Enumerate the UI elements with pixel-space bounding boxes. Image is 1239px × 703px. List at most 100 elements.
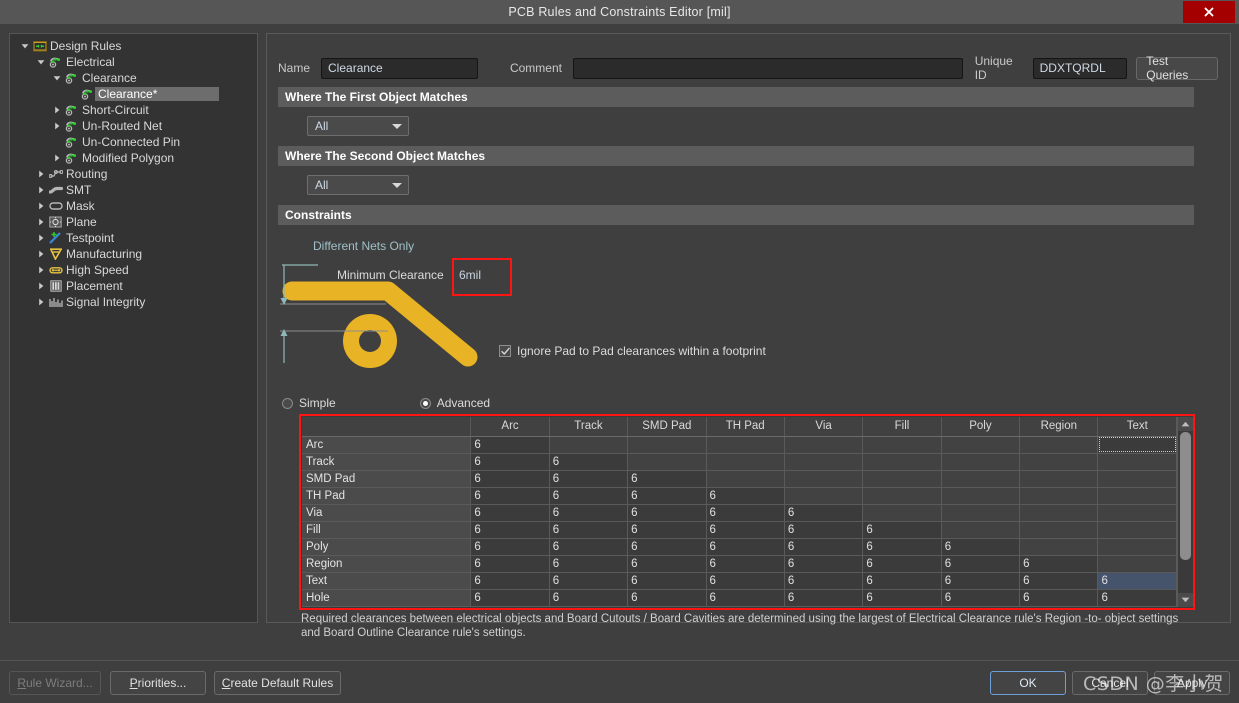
grid-cell[interactable] <box>706 436 785 454</box>
minimum-clearance-input[interactable]: 6mil <box>459 268 481 282</box>
grid-cell[interactable] <box>1019 436 1099 454</box>
grid-cell[interactable]: 6 <box>941 572 1021 590</box>
ignore-pad-to-pad-checkbox[interactable]: Ignore Pad to Pad clearances within a fo… <box>499 344 766 358</box>
grid-cell[interactable] <box>1019 453 1099 471</box>
priorities-button[interactable]: Priorities... <box>110 671 206 695</box>
scroll-down-button[interactable] <box>1178 593 1193 607</box>
rule-name-input[interactable]: Clearance <box>321 57 478 79</box>
second-object-scope-select[interactable]: All <box>307 175 409 195</box>
grid-cell[interactable] <box>1097 453 1177 471</box>
grid-cell[interactable] <box>941 453 1021 471</box>
unique-id-input[interactable]: DDXTQRDL <box>1032 57 1128 79</box>
tree-item-electrical[interactable]: Electrical <box>10 54 257 70</box>
grid-cell[interactable]: 6 <box>470 453 550 471</box>
chevron-right-icon[interactable] <box>34 234 47 242</box>
grid-cell[interactable] <box>862 487 942 505</box>
design-rules-tree-panel[interactable]: Design Rules Electrical Clearance Clearance… <box>9 33 258 623</box>
tree-item-design-rules[interactable]: Design Rules <box>10 38 257 54</box>
grid-cell[interactable]: 6 <box>784 589 864 607</box>
grid-cell[interactable]: 6 <box>627 521 707 539</box>
grid-cell[interactable]: 6 <box>627 487 707 505</box>
chevron-down-icon[interactable] <box>18 42 31 50</box>
grid-cell[interactable]: 6 <box>1019 589 1099 607</box>
grid-row-header[interactable]: Fill <box>302 521 472 539</box>
grid-cell[interactable]: 6 <box>549 555 629 573</box>
tree-item-routing[interactable]: Routing <box>10 166 257 182</box>
chevron-down-icon[interactable] <box>34 58 47 66</box>
tree-item-plane[interactable]: Plane <box>10 214 257 230</box>
grid-cell[interactable]: 6 <box>549 521 629 539</box>
grid-col-header[interactable]: SMD Pad <box>627 417 707 437</box>
grid-cell[interactable]: 6 <box>862 589 942 607</box>
chevron-right-icon[interactable] <box>34 186 47 194</box>
chevron-down-icon[interactable] <box>50 74 63 82</box>
grid-cell[interactable]: 6 <box>470 436 550 454</box>
first-object-scope-select[interactable]: All <box>307 116 409 136</box>
grid-cell[interactable]: 6 <box>627 470 707 488</box>
grid-cell[interactable] <box>941 504 1021 522</box>
grid-cell[interactable]: 6 <box>470 470 550 488</box>
grid-row-header[interactable]: Text <box>302 572 472 590</box>
grid-cell[interactable]: 6 <box>549 487 629 505</box>
grid-cell[interactable]: 6 <box>470 555 550 573</box>
grid-cell[interactable] <box>862 453 942 471</box>
tree-item-testpoint[interactable]: Testpoint <box>10 230 257 246</box>
cancel-button[interactable]: Cancel <box>1072 671 1148 695</box>
grid-cell[interactable] <box>1097 538 1177 556</box>
grid-cell[interactable]: 6 <box>706 538 785 556</box>
chevron-right-icon[interactable] <box>34 250 47 258</box>
tree-item-placement[interactable]: Placement <box>10 278 257 294</box>
scroll-up-button[interactable] <box>1178 417 1193 431</box>
grid-cell[interactable]: 6 <box>549 538 629 556</box>
grid-cell[interactable]: 6 <box>862 555 942 573</box>
tree-item-modified-polygon[interactable]: Modified Polygon <box>10 150 257 166</box>
grid-cell[interactable]: 6 <box>784 521 864 539</box>
grid-row-header[interactable]: TH Pad <box>302 487 472 505</box>
radio-advanced[interactable]: Advanced <box>419 396 490 410</box>
grid-cell[interactable]: 6 <box>470 504 550 522</box>
clearance-matrix[interactable]: Arc Track SMD Pad TH Pad Via Fill Poly Region Te… <box>299 414 1195 610</box>
grid-cell[interactable]: 6 <box>784 555 864 573</box>
grid-cell[interactable]: 6 <box>941 538 1021 556</box>
grid-cell[interactable]: 6 <box>784 538 864 556</box>
grid-cell[interactable]: 6 <box>470 572 550 590</box>
rule-comment-input[interactable] <box>572 57 963 79</box>
grid-cell[interactable]: 6 <box>941 555 1021 573</box>
chevron-right-icon[interactable] <box>34 266 47 274</box>
grid-cell[interactable] <box>706 453 785 471</box>
grid-cell[interactable]: 6 <box>1019 555 1099 573</box>
tree-item-un-connected-pin[interactable]: Un-Connected Pin <box>10 134 257 150</box>
grid-cell[interactable] <box>784 470 864 488</box>
grid-cell[interactable] <box>941 487 1021 505</box>
rule-wizard-button[interactable]: Rule Wizard... <box>9 671 101 695</box>
grid-cell[interactable]: 6 <box>706 555 785 573</box>
tree-item-manufacturing[interactable]: Manufacturing <box>10 246 257 262</box>
grid-col-header[interactable]: Region <box>1019 417 1099 437</box>
grid-cell[interactable] <box>549 436 629 454</box>
grid-cell[interactable]: 6 <box>549 470 629 488</box>
grid-cell[interactable]: 6 <box>549 589 629 607</box>
grid-cell[interactable] <box>862 436 942 454</box>
grid-row-header[interactable]: Hole <box>302 589 472 607</box>
chevron-right-icon[interactable] <box>50 154 63 162</box>
grid-cell[interactable]: 6 <box>941 589 1021 607</box>
tree-item-un-routed-net[interactable]: Un-Routed Net <box>10 118 257 134</box>
radio-simple[interactable]: Simple <box>282 396 336 410</box>
grid-cell[interactable] <box>862 504 942 522</box>
chevron-right-icon[interactable] <box>34 170 47 178</box>
ok-button[interactable]: OK <box>990 671 1066 695</box>
grid-row-header[interactable]: Region <box>302 555 472 573</box>
grid-cell[interactable] <box>941 521 1021 539</box>
grid-col-header[interactable]: Via <box>784 417 864 437</box>
tree-item-clearance[interactable]: Clearance* <box>10 86 257 102</box>
grid-cell[interactable]: 6 <box>862 521 942 539</box>
chevron-right-icon[interactable] <box>50 122 63 130</box>
grid-row-header[interactable]: Poly <box>302 538 472 556</box>
grid-col-header[interactable]: Track <box>549 417 629 437</box>
grid-row-header[interactable]: Via <box>302 504 472 522</box>
grid-cell[interactable]: 6 <box>862 538 942 556</box>
grid-cell[interactable]: 6 <box>627 504 707 522</box>
grid-row-header[interactable]: Arc <box>302 436 472 454</box>
grid-cell[interactable]: 6 <box>706 521 785 539</box>
grid-col-header[interactable]: Text <box>1097 417 1177 437</box>
